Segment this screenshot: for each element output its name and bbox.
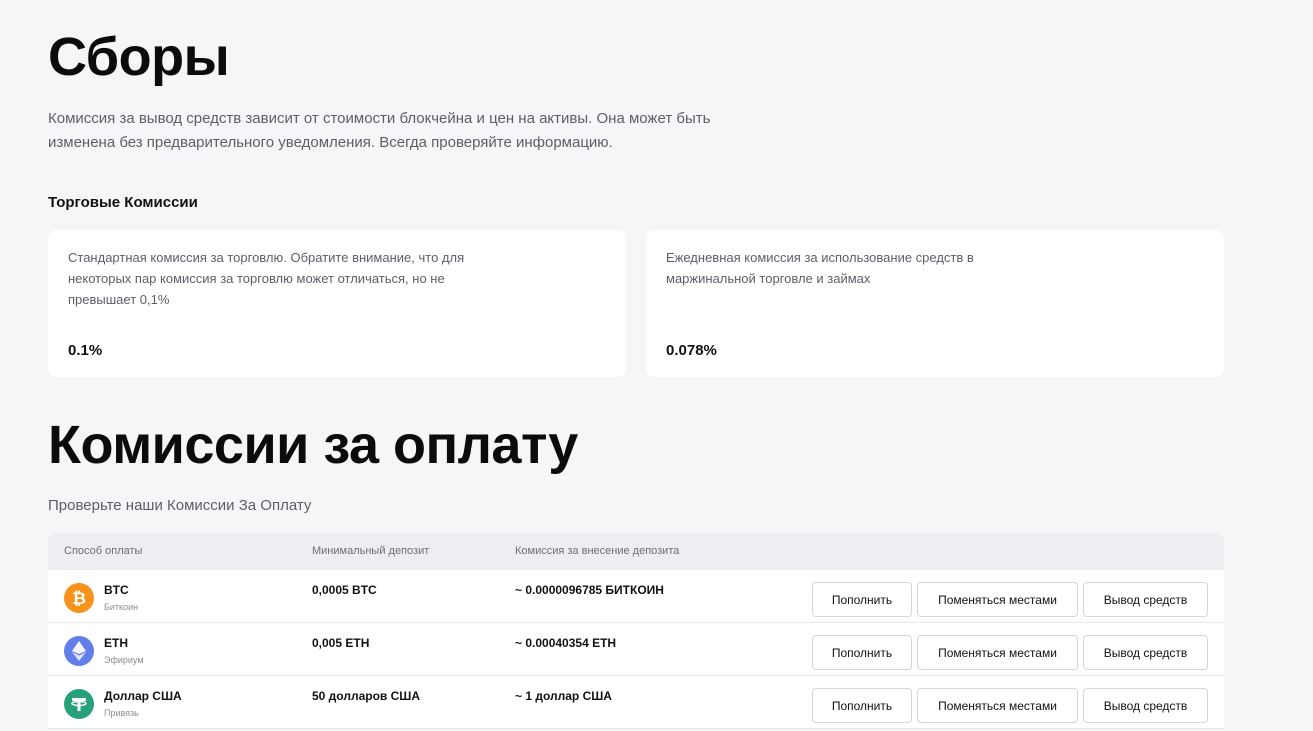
table-header: Способ оплаты Минимальный депозит Комисс… <box>48 533 1224 570</box>
deposit-button[interactable]: Пополнить <box>812 635 912 670</box>
min-deposit: 0,005 ETH <box>312 636 370 650</box>
trading-fees-heading: Торговые Комиссии <box>48 194 198 211</box>
column-header-deposit-fee: Комиссия за внесение депозита <box>515 545 680 557</box>
section-subtitle: Проверьте наши Комиссии За Оплату <box>48 497 312 514</box>
trading-fee-card: Стандартная комиссия за торговлю. Обрати… <box>48 230 626 377</box>
card-description: Ежедневная комиссия за использование сре… <box>666 250 974 286</box>
card-description: Стандартная комиссия за торговлю. Обрати… <box>68 250 465 307</box>
bitcoin-icon: ₿ <box>64 583 94 613</box>
deposit-button[interactable]: Пополнить <box>812 688 912 723</box>
table-row: Доллар США Привязь 50 долларов США ~ 1 д… <box>48 676 1224 729</box>
svg-text:₿: ₿ <box>72 589 86 607</box>
swap-button[interactable]: Поменяться местами <box>917 635 1078 670</box>
table-row: ETH Эфириум 0,005 ETH ~ 0.00040354 ETH П… <box>48 623 1224 676</box>
deposit-button[interactable]: Пополнить <box>812 582 912 617</box>
coin-symbol: ETH <box>104 636 128 650</box>
coin-name: Биткоин <box>104 602 139 612</box>
payments-table: Способ оплаты Минимальный депозит Комисс… <box>48 533 1224 729</box>
page-title: Сборы <box>48 27 230 87</box>
deposit-fee: ~ 0.0000096785 БИТКОИН <box>515 583 664 597</box>
tether-icon <box>64 689 94 719</box>
deposit-fee: ~ 0.00040354 ETH <box>515 636 617 650</box>
deposit-fee: ~ 1 доллар США <box>515 689 612 703</box>
withdraw-button[interactable]: Вывод средств <box>1083 688 1208 723</box>
min-deposit: 50 долларов США <box>312 689 421 703</box>
swap-button[interactable]: Поменяться местами <box>917 688 1078 723</box>
min-deposit: 0,0005 BTC <box>312 583 377 597</box>
section-title: Комиссии за оплату <box>48 415 578 475</box>
ethereum-icon <box>64 636 94 666</box>
column-header-method: Способ оплаты <box>64 545 143 557</box>
coin-symbol: BTC <box>104 583 129 597</box>
withdraw-button[interactable]: Вывод средств <box>1083 635 1208 670</box>
swap-button[interactable]: Поменяться местами <box>917 582 1078 617</box>
margin-fee-card: Ежедневная комиссия за использование сре… <box>646 230 1224 377</box>
card-value: 0.078% <box>666 342 717 359</box>
coin-name: Эфириум <box>104 655 144 665</box>
coin-name: Привязь <box>104 708 139 718</box>
column-header-min-deposit: Минимальный депозит <box>312 545 430 557</box>
table-row: ₿ BTC Биткоин 0,0005 BTC ~ 0.0000096785 … <box>48 570 1224 623</box>
card-value: 0.1% <box>68 342 103 359</box>
withdraw-button[interactable]: Вывод средств <box>1083 582 1208 617</box>
coin-symbol: Доллар США <box>104 689 182 703</box>
fees-description: Комиссия за вывод средств зависит от сто… <box>48 110 711 151</box>
